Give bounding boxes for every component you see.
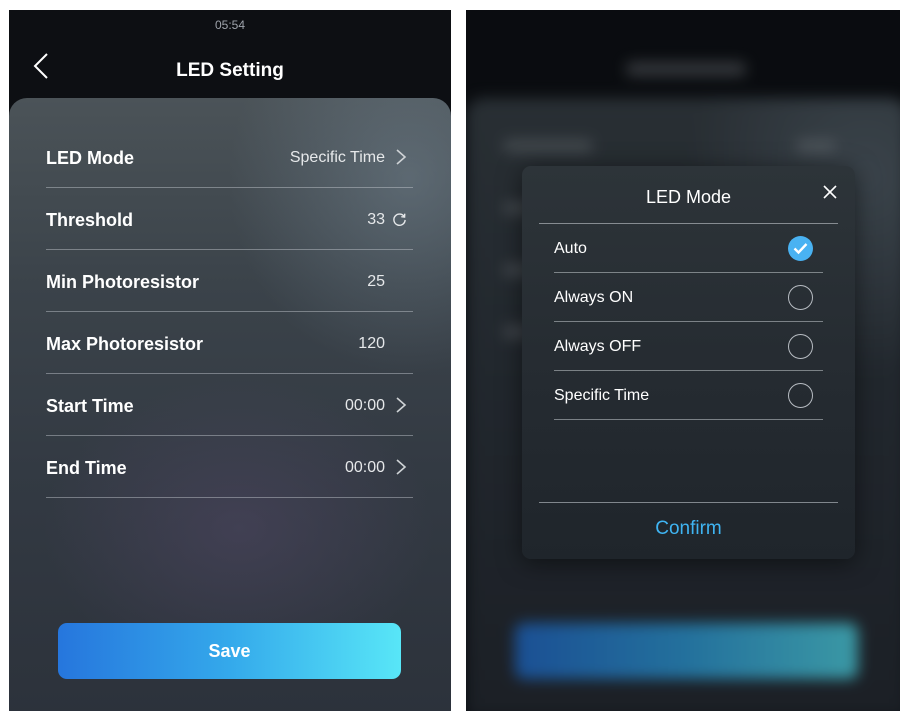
row-value: 120 [358, 335, 385, 352]
row-label: End Time [46, 458, 127, 478]
option-always-off[interactable]: Always OFF [554, 322, 823, 371]
row-label: Max Photoresistor [46, 334, 204, 354]
row-label: LED Mode [46, 148, 134, 168]
row-label: Start Time [46, 396, 134, 416]
close-icon[interactable] [821, 183, 839, 201]
option-label: Auto [554, 240, 587, 257]
start-time-row[interactable]: Start Time 00:00 [46, 374, 413, 436]
option-label: Specific Time [554, 387, 650, 404]
max-photoresistor-row[interactable]: Max Photoresistor 120 [46, 312, 413, 374]
row-value: 00:00 [344, 397, 385, 414]
led-setting-screen: 05:54 LED Setting LED Mode Specific Time… [9, 10, 451, 711]
option-label: Always OFF [554, 338, 642, 355]
row-value: 25 [367, 273, 385, 290]
row-value: 33 [367, 211, 385, 228]
led-mode-dialog-screen: LED Mode Auto Always ON Always OFF Speci… [466, 10, 900, 711]
option-auto[interactable]: Auto [554, 224, 823, 273]
radio-unchecked-icon[interactable] [788, 383, 813, 408]
option-label: Always ON [554, 289, 634, 306]
threshold-row: Threshold 33 [46, 188, 413, 250]
save-button[interactable]: Save [58, 623, 401, 679]
min-photoresistor-row[interactable]: Min Photoresistor 25 [46, 250, 413, 312]
status-bar-time: 05:54 [214, 18, 246, 32]
end-time-row[interactable]: End Time 00:00 [46, 436, 413, 498]
row-value: Specific Time [289, 149, 385, 166]
led-mode-row[interactable]: LED Mode Specific Time [46, 126, 413, 188]
option-always-on[interactable]: Always ON [554, 273, 823, 322]
confirm-button[interactable]: Confirm [522, 518, 855, 540]
dialog-title: LED Mode [645, 187, 732, 207]
divider [539, 502, 838, 503]
refresh-icon[interactable] [392, 212, 407, 227]
row-value: 00:00 [344, 459, 385, 476]
radio-checked-icon[interactable] [788, 236, 813, 261]
radio-unchecked-icon[interactable] [788, 334, 813, 359]
chevron-right-icon [396, 149, 407, 165]
chevron-right-icon [396, 397, 407, 413]
radio-unchecked-icon[interactable] [788, 285, 813, 310]
row-label: Threshold [46, 210, 134, 230]
row-label: Min Photoresistor [46, 272, 200, 292]
chevron-right-icon [396, 459, 407, 475]
settings-list: LED Mode Specific Time Threshold 33 Min … [46, 126, 413, 498]
page-title: LED Setting [176, 60, 284, 81]
option-specific-time[interactable]: Specific Time [554, 371, 823, 420]
led-mode-options: Auto Always ON Always OFF Specific Time [554, 224, 823, 420]
led-mode-dialog: LED Mode Auto Always ON Always OFF Speci… [522, 166, 855, 559]
